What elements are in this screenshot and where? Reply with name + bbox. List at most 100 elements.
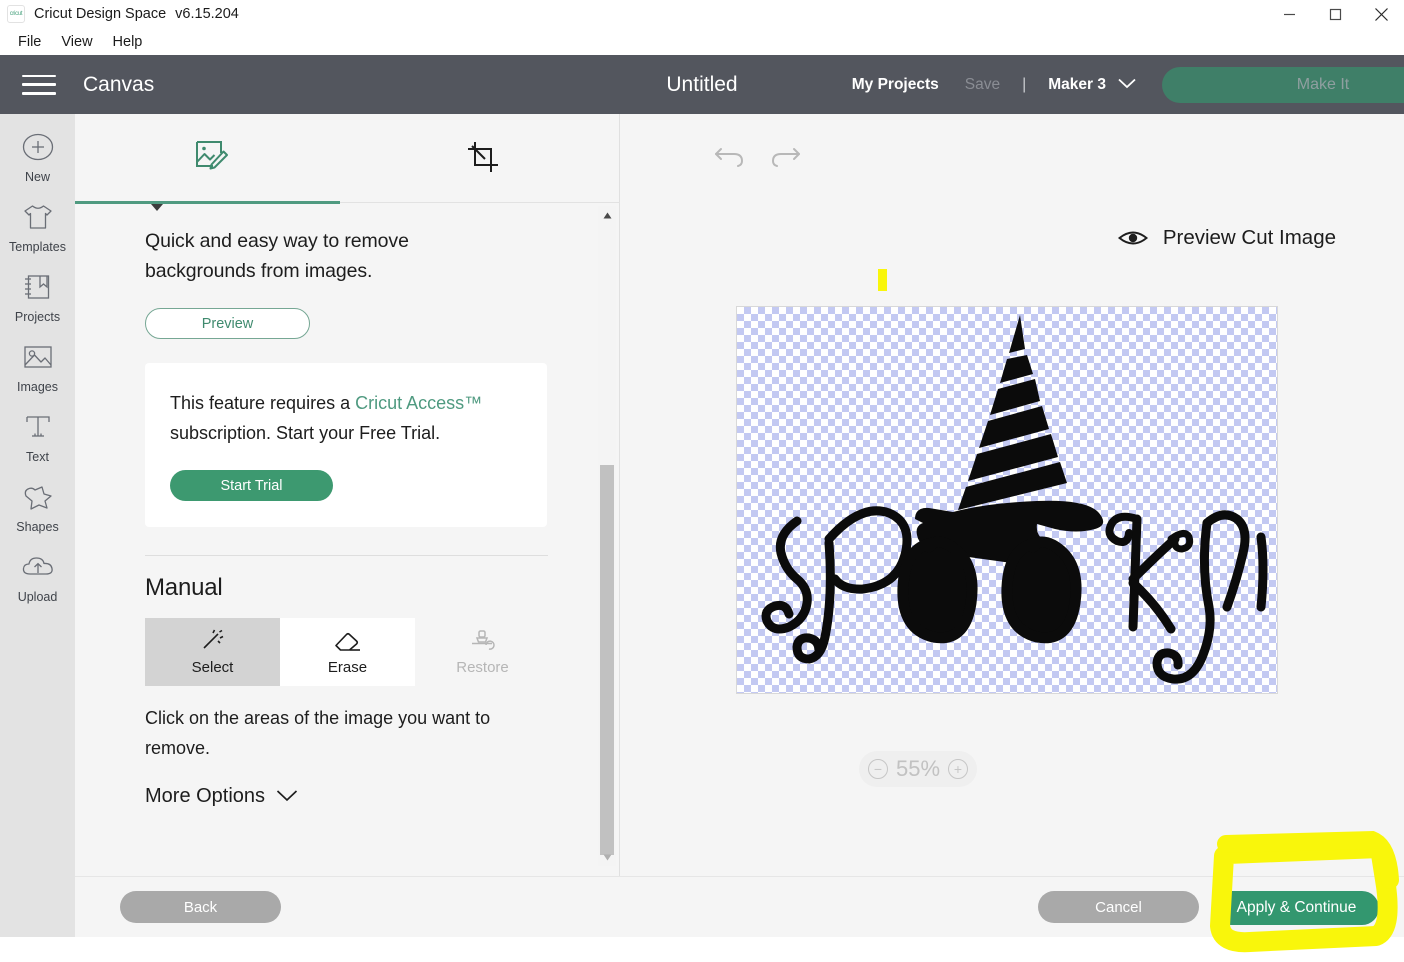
undo-icon[interactable] <box>713 138 747 172</box>
preview-button[interactable]: Preview <box>145 308 310 339</box>
canvas-label[interactable]: Canvas <box>83 73 154 97</box>
footer-filler <box>0 937 1404 962</box>
menubar: File View Help <box>0 28 1404 55</box>
sidebar-item-shapes[interactable]: Shapes <box>0 464 75 534</box>
sidebar-item-label: Shapes <box>16 520 59 534</box>
more-options-toggle[interactable]: More Options <box>145 785 620 808</box>
preview-cut-image-label: Preview Cut Image <box>1162 226 1336 249</box>
cricut-logo-text: cricut <box>9 11 23 17</box>
panel-tabs <box>75 114 620 211</box>
restore-brush-icon <box>470 628 496 654</box>
sidebar-item-label: Text <box>26 450 49 464</box>
book-bookmark-icon <box>21 270 55 304</box>
app-window: cricut Cricut Design Space v6.15.204 Fil… <box>0 0 1404 962</box>
cricut-logo-icon: cricut <box>7 5 25 23</box>
text-t-icon <box>21 410 55 444</box>
select-tool-button[interactable]: Select <box>145 618 280 686</box>
more-options-label: More Options <box>145 785 266 807</box>
panel-description: Quick and easy way to remove backgrounds… <box>145 230 409 282</box>
window-titlebar: cricut Cricut Design Space v6.15.204 <box>0 0 1404 28</box>
highlighter-tick-mark <box>878 269 887 291</box>
tab-remove-background[interactable] <box>75 114 347 204</box>
eye-icon <box>1117 228 1148 248</box>
picture-icon <box>21 340 55 374</box>
redo-icon[interactable] <box>768 138 802 172</box>
hamburger-icon[interactable] <box>22 72 56 98</box>
menu-view[interactable]: View <box>51 31 102 53</box>
left-rail: New Templates Projects Images Text Shape… <box>0 114 75 962</box>
panel-scrollbar[interactable] <box>598 206 616 866</box>
plus-circle-icon <box>21 130 55 164</box>
access-text-part2: subscription. Start your Free Trial. <box>170 423 441 443</box>
cricut-access-card: This feature requires a Cricut Access™ s… <box>145 363 547 527</box>
tshirt-icon <box>21 200 55 234</box>
magic-wand-icon <box>199 628 227 654</box>
zoom-out-button[interactable]: − <box>867 759 888 779</box>
sidebar-item-label: Upload <box>17 590 58 604</box>
my-projects-link[interactable]: My Projects <box>852 76 939 94</box>
sidebar-item-label: Projects <box>14 310 61 324</box>
sidebar-item-new[interactable]: New <box>0 114 75 184</box>
preview-cut-image-toggle[interactable]: Preview Cut Image <box>1117 226 1336 250</box>
sidebar-item-upload[interactable]: Upload <box>0 534 75 604</box>
menu-file[interactable]: File <box>8 31 51 53</box>
maximize-icon[interactable] <box>1312 0 1358 28</box>
minimize-icon[interactable] <box>1266 0 1312 28</box>
manual-tool-group: Select Erase Restore <box>145 618 550 686</box>
image-preview-frame[interactable] <box>736 306 1278 694</box>
image-edit-icon <box>190 137 232 182</box>
sidebar-item-label: Templates <box>9 240 66 254</box>
chevron-down-icon[interactable] <box>1118 76 1136 94</box>
zoom-in-button[interactable]: + <box>948 759 969 779</box>
start-trial-button[interactable]: Start Trial <box>170 470 333 501</box>
cancel-button[interactable]: Cancel <box>1038 891 1199 923</box>
app-version: v6.15.204 <box>175 6 239 22</box>
chevron-down-icon <box>276 785 298 808</box>
cricut-access-link[interactable]: Cricut Access™ <box>355 393 482 413</box>
footer-bar: Back Cancel Apply & Continue <box>75 876 1404 937</box>
sidebar-item-images[interactable]: Images <box>0 324 75 394</box>
app-header: Canvas Untitled My Projects Save | Maker… <box>0 55 1404 114</box>
back-button[interactable]: Back <box>120 891 281 923</box>
spooky-witch-hat-artwork <box>761 315 1268 684</box>
header-separator: | <box>1022 75 1027 93</box>
select-tool-label: Select <box>191 659 234 676</box>
menu-help[interactable]: Help <box>103 31 153 53</box>
scroll-up-arrow-icon[interactable] <box>598 206 616 224</box>
zoom-value: 55% <box>895 756 941 781</box>
make-it-button[interactable]: Make It <box>1162 66 1404 103</box>
save-button[interactable]: Save <box>965 76 1000 94</box>
access-card-text: This feature requires a Cricut Access™ s… <box>170 388 523 448</box>
manual-hint-text: Click on the areas of the image you want… <box>145 708 491 758</box>
sidebar-item-templates[interactable]: Templates <box>0 184 75 254</box>
tab-crop[interactable] <box>347 114 619 204</box>
sidebar-item-text[interactable]: Text <box>0 394 75 464</box>
scrollbar-thumb[interactable] <box>600 465 614 855</box>
panel-divider <box>145 555 548 556</box>
cloud-upload-icon <box>21 550 55 584</box>
erase-tool-button[interactable]: Erase <box>280 618 415 686</box>
restore-tool-label: Restore <box>456 659 509 676</box>
tab-divider <box>340 202 620 203</box>
preview-stage: Preview Cut Image − 55% + <box>620 114 1404 876</box>
eraser-icon <box>333 628 363 654</box>
shapes-icon <box>21 480 55 514</box>
window-controls <box>1266 0 1404 28</box>
sidebar-item-projects[interactable]: Projects <box>0 254 75 324</box>
header-actions: My Projects Save | Maker 3 Make It <box>852 66 1404 103</box>
erase-tool-label: Erase <box>327 659 368 676</box>
scroll-down-arrow-icon[interactable] <box>598 848 616 866</box>
stage-toolbar: Preview Cut Image <box>620 114 1404 291</box>
apply-continue-button[interactable]: Apply & Continue <box>1214 891 1379 925</box>
access-text-part1: This feature requires a <box>170 393 356 413</box>
manual-heading: Manual <box>145 574 223 601</box>
panel-body: Quick and easy way to remove backgrounds… <box>75 204 620 876</box>
zoom-control[interactable]: − 55% + <box>859 751 977 787</box>
tool-panel: Quick and easy way to remove backgrounds… <box>75 114 620 876</box>
crop-icon <box>466 140 500 179</box>
sidebar-item-label: New <box>24 170 50 184</box>
close-icon[interactable] <box>1358 0 1404 28</box>
sidebar-item-label: Images <box>17 380 58 394</box>
restore-tool-button[interactable]: Restore <box>415 618 550 686</box>
machine-selector-label[interactable]: Maker 3 <box>1048 76 1106 94</box>
